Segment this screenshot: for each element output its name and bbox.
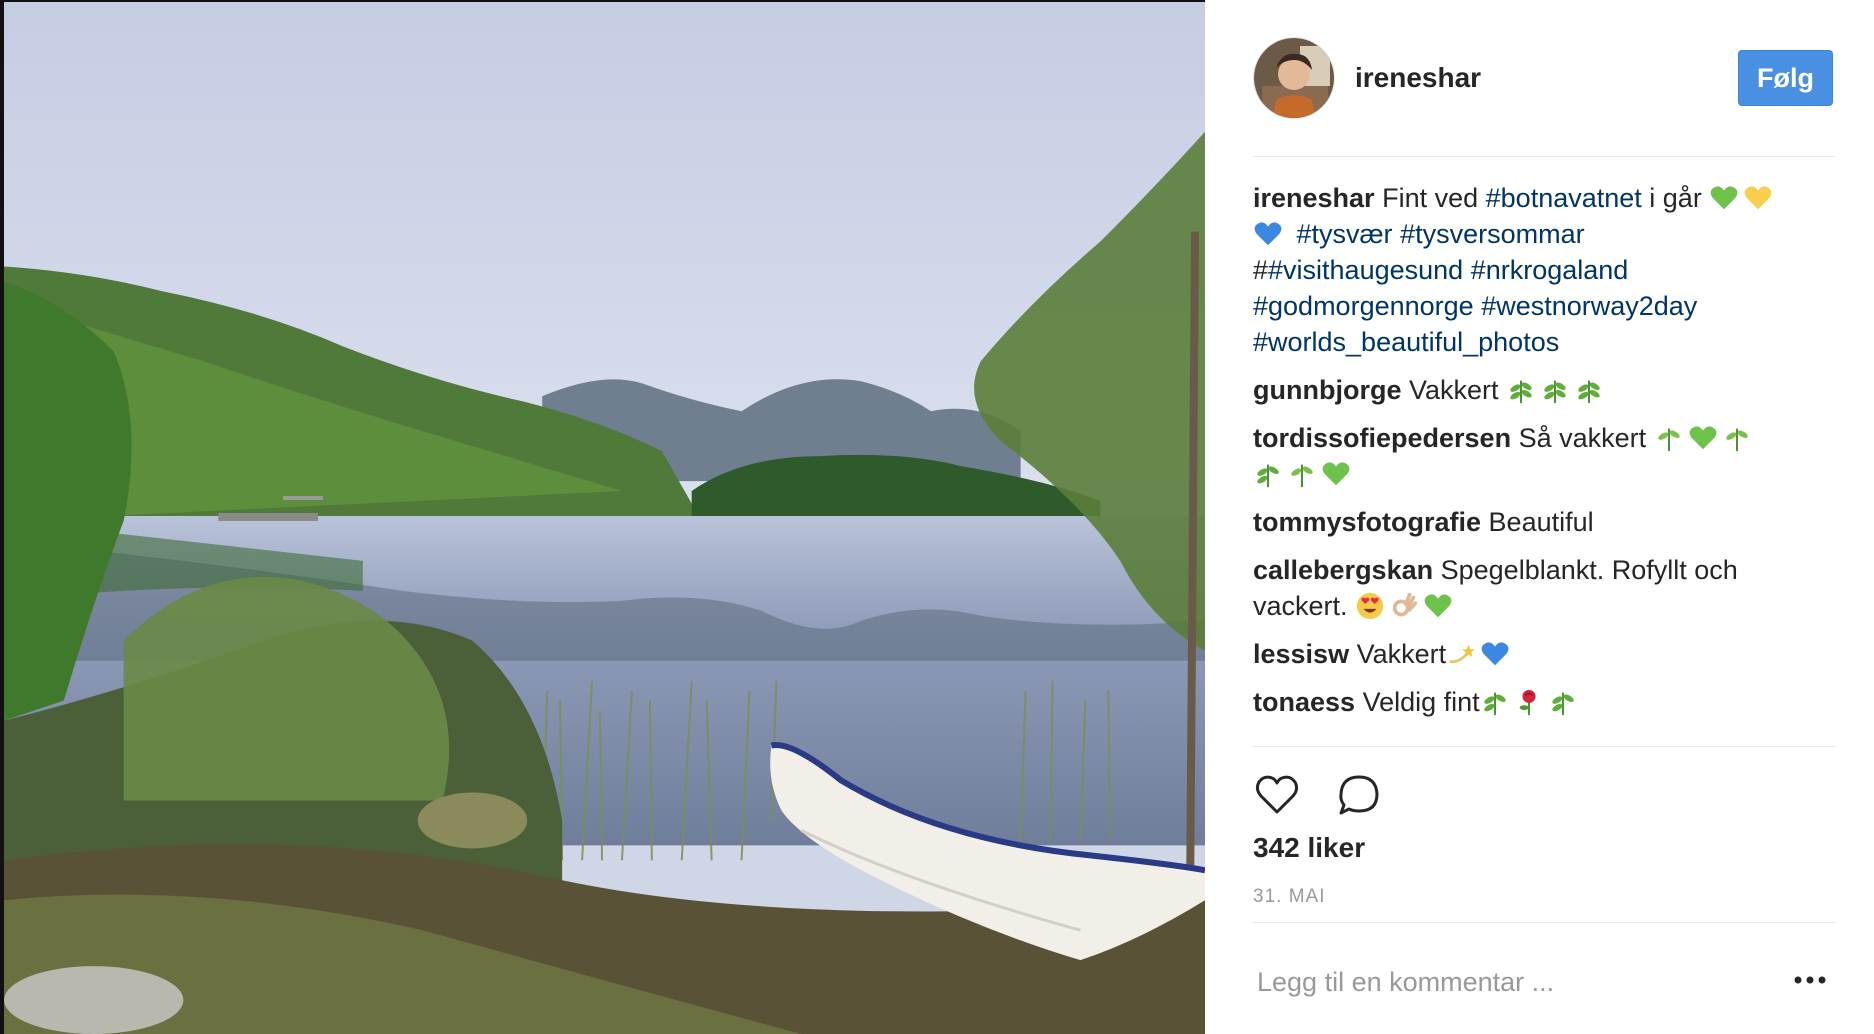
post-header: ireneshar Følg [1253, 36, 1833, 120]
comment-username[interactable]: callebergskan [1253, 555, 1433, 585]
herb-emoji [1483, 692, 1506, 716]
profile-picture [1254, 38, 1334, 118]
herb-emoji [1551, 692, 1574, 716]
comment-username[interactable]: tordissofiepedersen [1253, 423, 1511, 453]
hashtag-link[interactable]: #nrkrogaland [1471, 255, 1629, 285]
caption-username[interactable]: ireneshar [1253, 183, 1375, 213]
more-options-icon[interactable] [1790, 970, 1830, 990]
heart-icon[interactable] [1253, 771, 1301, 819]
hashtag-link[interactable]: #visithaugesund [1268, 255, 1463, 285]
green-heart-emoji [1689, 426, 1717, 450]
caption-text: i går [1641, 183, 1702, 213]
herb-emoji [1657, 428, 1680, 452]
comment-username[interactable]: tonaess [1253, 687, 1355, 717]
post-author-username[interactable]: ireneshar [1355, 62, 1738, 94]
comment-text: Vakkert [1409, 375, 1499, 405]
caption: ireneshar Fint ved #botnavatnet i går #t… [1253, 180, 1837, 360]
blue-heart-emoji [1254, 222, 1282, 246]
yellow-heart-emoji [1744, 186, 1772, 210]
comment-text: Vakkert [1356, 639, 1447, 669]
green-heart-emoji [1424, 594, 1452, 618]
caption-text: Fint ved [1382, 183, 1486, 213]
hashtag-link[interactable]: #worlds_beautiful_photos [1253, 327, 1559, 357]
comment-item: tordissofiepedersen Så vakkert [1253, 420, 1837, 492]
comment-item: callebergskan Spegelblankt. Rofyllt och … [1253, 552, 1837, 624]
post-photo[interactable] [0, 0, 1205, 1034]
ok-hand-emoji [1392, 592, 1418, 617]
post-date: 31. MAI [1253, 886, 1326, 907]
post-actions [1253, 770, 1417, 820]
comment-username[interactable]: lessisw [1253, 639, 1349, 669]
rose-emoji [1519, 689, 1536, 716]
herb-emoji [1257, 464, 1279, 488]
smiling-face-with-heart-eyes-emoji [1356, 592, 1384, 620]
comments-divider [1253, 746, 1835, 747]
green-heart-emoji [1322, 462, 1350, 486]
hashtag-link[interactable]: #godmorgennorge [1253, 291, 1474, 321]
actions-divider [1253, 922, 1835, 923]
blue-heart-emoji [1481, 642, 1509, 666]
comment-username[interactable]: gunnbjorge [1253, 375, 1401, 405]
herb-emoji [1725, 428, 1748, 452]
herb-emoji [1578, 380, 1600, 404]
comment-text: Beautiful [1488, 507, 1594, 537]
lake-landscape-image [4, 2, 1205, 1034]
avatar[interactable] [1253, 37, 1335, 119]
comment-username[interactable]: tommysfotografie [1253, 507, 1481, 537]
hashtag-link[interactable]: #botnavatnet [1486, 183, 1642, 213]
dizzy-emoji [1449, 644, 1476, 664]
comment-text: Veldig fint [1362, 687, 1480, 717]
herb-emoji [1544, 380, 1566, 404]
comment-item: lessisw Vakkert [1253, 636, 1837, 672]
caption-text: # [1253, 255, 1269, 285]
header-divider [1253, 156, 1835, 157]
add-comment-input[interactable] [1253, 946, 1753, 1018]
comments-list[interactable]: ireneshar Fint ved #botnavatnet i går #t… [1253, 180, 1837, 745]
hashtag-link[interactable]: #westnorway2day [1481, 291, 1697, 321]
comment-item: gunnbjorge Vakkert [1253, 372, 1837, 408]
hashtag-link[interactable]: #tysvær [1297, 219, 1393, 249]
comment-text: Så vakkert [1518, 423, 1647, 453]
green-heart-emoji [1710, 186, 1738, 210]
follow-button[interactable]: Følg [1738, 50, 1833, 106]
herb-emoji [1291, 464, 1313, 488]
post-details-panel: ireneshar Følg ireneshar Fint ved #botna… [1205, 0, 1874, 1034]
likes-count[interactable]: 342 liker [1253, 832, 1365, 864]
herb-emoji [1510, 380, 1532, 404]
comment-item: tonaess Veldig fint [1253, 684, 1837, 720]
comment-icon[interactable] [1335, 771, 1383, 819]
hashtag-link[interactable]: #tysversommar [1400, 219, 1585, 249]
comment-item: tommysfotografie Beautiful [1253, 504, 1837, 540]
